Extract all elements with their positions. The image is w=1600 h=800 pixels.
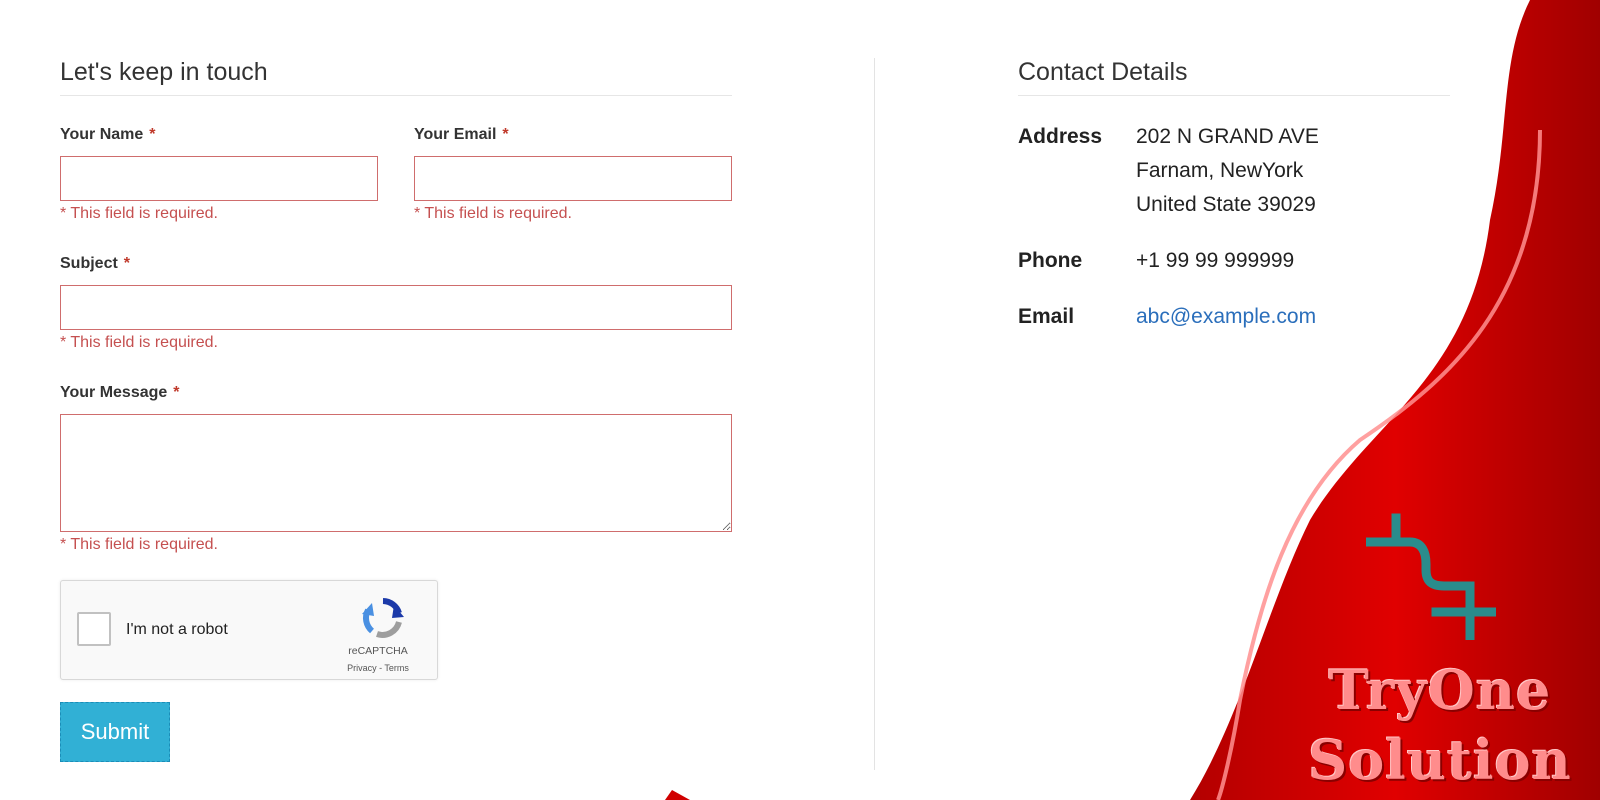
- contact-details: Contact Details Address 202 N GRAND AVE …: [1018, 58, 1450, 356]
- contact-form: Let's keep in touch Your Name * * This fi…: [60, 58, 732, 762]
- message-field-group: Your Message * * This field is required.: [60, 384, 732, 556]
- address-value: 202 N GRAND AVE Farnam, NewYork United S…: [1136, 120, 1319, 222]
- phone-value: +1 99 99 999999: [1136, 249, 1295, 272]
- address-line: Farnam, NewYork: [1136, 159, 1304, 182]
- recaptcha-brand: reCAPTCHA: [348, 645, 408, 657]
- phone-label: Phone: [1018, 249, 1083, 272]
- message-label: Your Message *: [60, 384, 180, 401]
- tryone-logo-icon: [1366, 513, 1496, 640]
- recaptcha-label: I'm not a robot: [126, 621, 228, 638]
- name-label: Your Name *: [60, 126, 156, 143]
- subject-label: Subject *: [60, 255, 131, 272]
- required-mark: *: [149, 126, 156, 143]
- contact-list: Address 202 N GRAND AVE Farnam, NewYork …: [1018, 120, 1450, 334]
- email-input[interactable]: [414, 156, 732, 201]
- required-mark: *: [173, 384, 180, 401]
- address-row: Address 202 N GRAND AVE Farnam, NewYork …: [1018, 120, 1450, 222]
- form-title: Let's keep in touch: [60, 58, 732, 96]
- email-field-group: Your Email * * This field is required.: [414, 126, 732, 225]
- contact-title: Contact Details: [1018, 58, 1450, 96]
- submit-button[interactable]: Submit: [60, 702, 170, 762]
- email-error-message: * This field is required.: [414, 205, 572, 222]
- name-field-group: Your Name * * This field is required.: [60, 126, 378, 225]
- address-line: United State 39029: [1136, 193, 1316, 216]
- recaptcha-links[interactable]: Privacy - Terms: [323, 663, 433, 673]
- brand-name-line1: TryOne: [1328, 658, 1552, 722]
- name-input[interactable]: [60, 156, 378, 201]
- recaptcha-checkbox[interactable]: [77, 612, 111, 646]
- name-error-message: * This field is required.: [60, 205, 218, 222]
- column-divider: [874, 58, 875, 770]
- email-contact-label: Email: [1018, 305, 1075, 328]
- subject-error-message: * This field is required.: [60, 334, 218, 351]
- name-email-row: Your Name * * This field is required. You…: [60, 126, 732, 225]
- email-label: Your Email *: [414, 126, 509, 143]
- brand-name-line2: Solution: [1308, 728, 1572, 792]
- recaptcha-icon: [362, 598, 404, 638]
- phone-row: Phone +1 99 99 999999: [1018, 244, 1450, 278]
- recaptcha-widget: I'm not a robot reCAPTCHA Privacy - Term…: [60, 580, 438, 680]
- email-link[interactable]: abc@example.com: [1136, 300, 1316, 334]
- message-textarea[interactable]: [60, 414, 732, 532]
- address-label: Address: [1018, 125, 1103, 148]
- email-row: Email abc@example.com: [1018, 300, 1450, 334]
- required-mark: *: [502, 126, 509, 143]
- subject-input[interactable]: [60, 285, 732, 330]
- message-error-message: * This field is required.: [60, 536, 218, 553]
- subject-field-group: Subject * * This field is required.: [60, 255, 732, 354]
- required-mark: *: [123, 255, 131, 272]
- address-line: 202 N GRAND AVE: [1136, 125, 1319, 148]
